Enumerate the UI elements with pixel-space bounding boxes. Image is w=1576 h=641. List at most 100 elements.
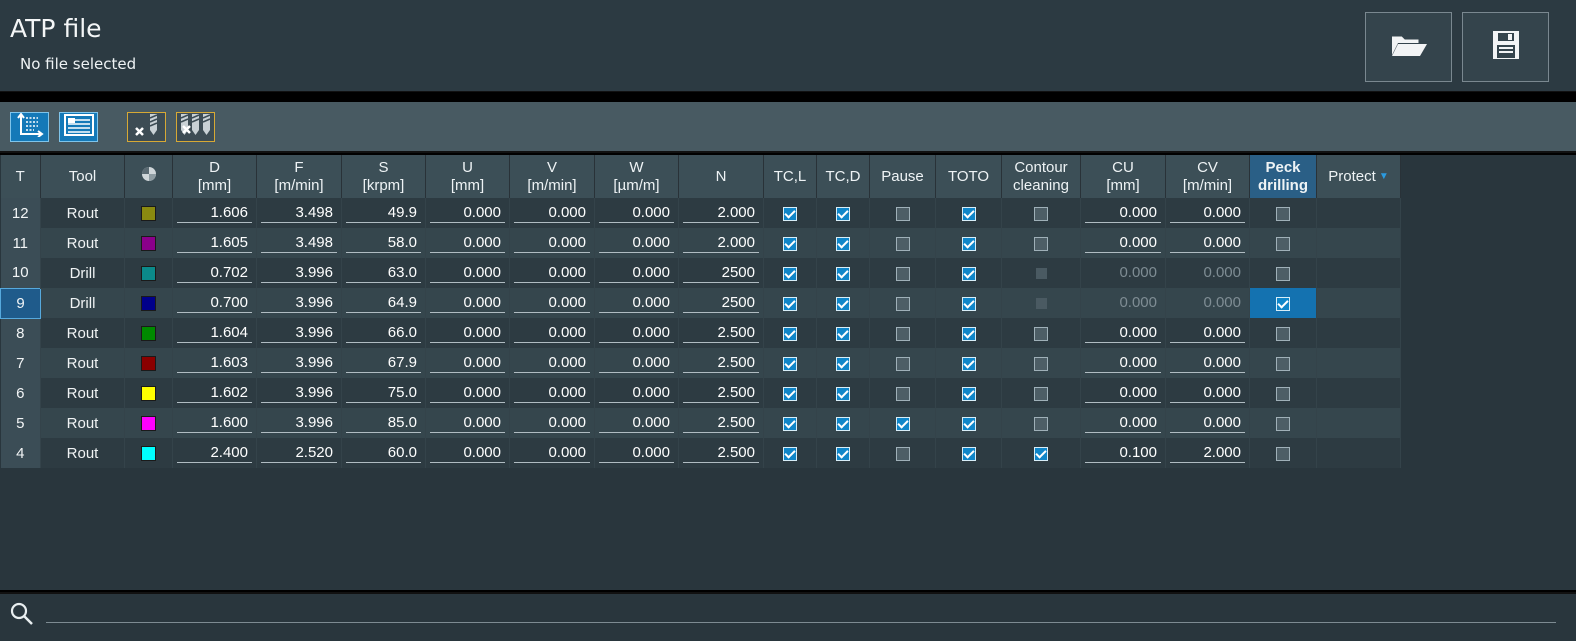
col-header-w[interactable]: W [µm/m]: [594, 155, 679, 198]
checkbox[interactable]: [836, 446, 850, 461]
tool-color-swatch[interactable]: [141, 296, 156, 312]
value-field-d[interactable]: 1.605: [177, 234, 252, 253]
value-field-u[interactable]: 0.000: [430, 264, 505, 283]
col-header-tool[interactable]: Tool: [40, 155, 125, 198]
checkbox[interactable]: [895, 356, 910, 371]
checkbox[interactable]: [783, 326, 797, 341]
cell-t[interactable]: 7: [0, 348, 41, 378]
value-field-n[interactable]: 2.500: [683, 324, 759, 343]
checkbox[interactable]: [961, 386, 976, 401]
checkbox[interactable]: [836, 236, 850, 251]
table-row[interactable]: 8 Rout 1.604 3.996 66.0 0.000 0.000 0.000 2.500 0…: [0, 318, 1401, 348]
value-field-n[interactable]: 2.500: [683, 414, 759, 433]
value-field-cu[interactable]: 0.000: [1085, 354, 1161, 373]
value-field-s[interactable]: 58.0: [346, 234, 421, 253]
col-header-cu[interactable]: CU [mm]: [1080, 155, 1166, 198]
value-field-f[interactable]: 3.996: [261, 264, 337, 283]
checkbox[interactable]: [1276, 206, 1290, 221]
cell-color[interactable]: [124, 318, 173, 348]
col-header-d[interactable]: D [mm]: [172, 155, 257, 198]
value-field-u[interactable]: 0.000: [430, 414, 505, 433]
value-field-cv[interactable]: 0.000: [1170, 384, 1245, 403]
value-field-d[interactable]: 2.400: [177, 444, 252, 463]
value-field-f[interactable]: 3.996: [261, 324, 337, 343]
tool-color-swatch[interactable]: [141, 416, 156, 432]
checkbox[interactable]: [783, 446, 797, 461]
value-field-d[interactable]: 1.600: [177, 414, 252, 433]
value-field-v[interactable]: 0.000: [514, 444, 590, 463]
cell-t[interactable]: 9: [0, 287, 41, 319]
tool-color-swatch[interactable]: [141, 386, 156, 402]
checkbox[interactable]: [961, 356, 976, 371]
checkbox[interactable]: [836, 206, 850, 221]
checkbox[interactable]: [895, 296, 910, 311]
col-header-n[interactable]: N: [678, 155, 764, 198]
cell-t[interactable]: 11: [0, 228, 41, 258]
value-field-d[interactable]: 1.602: [177, 384, 252, 403]
checkbox[interactable]: [836, 356, 850, 371]
checkbox[interactable]: [1276, 416, 1290, 431]
checkbox[interactable]: [783, 416, 797, 431]
value-field-u[interactable]: 0.000: [430, 444, 505, 463]
value-field-w[interactable]: 0.000: [599, 354, 674, 373]
checkbox[interactable]: [895, 206, 910, 221]
value-field-s[interactable]: 75.0: [346, 384, 421, 403]
value-field-v[interactable]: 0.000: [514, 234, 590, 253]
checkbox[interactable]: [961, 446, 976, 461]
value-field-w[interactable]: 0.000: [599, 294, 674, 313]
table-view-button[interactable]: [59, 112, 98, 142]
value-field-w[interactable]: 0.000: [599, 234, 674, 253]
value-field-f[interactable]: 3.996: [261, 384, 337, 403]
search-icon[interactable]: [10, 602, 34, 630]
col-header-v[interactable]: V [m/min]: [509, 155, 595, 198]
checkbox[interactable]: [836, 386, 850, 401]
value-field-d[interactable]: 1.603: [177, 354, 252, 373]
table-row[interactable]: 7 Rout 1.603 3.996 67.9 0.000 0.000 0.000 2.500 0…: [0, 348, 1401, 378]
col-header-u[interactable]: U [mm]: [425, 155, 510, 198]
tool-color-swatch[interactable]: [141, 236, 156, 252]
checkbox[interactable]: [836, 326, 850, 341]
col-header-pause[interactable]: Pause: [869, 155, 936, 198]
value-field-cv[interactable]: 0.000: [1170, 204, 1245, 223]
value-field-cu[interactable]: 0.000: [1085, 234, 1161, 253]
col-header-f[interactable]: F [m/min]: [256, 155, 342, 198]
value-field-d[interactable]: 0.702: [177, 264, 252, 283]
remove-tool-button[interactable]: [127, 112, 166, 142]
value-field-w[interactable]: 0.000: [599, 414, 674, 433]
value-field-w[interactable]: 0.000: [599, 324, 674, 343]
value-field-f[interactable]: 3.498: [261, 204, 337, 223]
value-field-v[interactable]: 0.000: [514, 294, 590, 313]
value-field-cu[interactable]: 0.000: [1085, 324, 1161, 343]
value-field-u[interactable]: 0.000: [430, 354, 505, 373]
value-field-cu[interactable]: 0.000: [1085, 414, 1161, 433]
cell-t[interactable]: 10: [0, 258, 41, 288]
open-folder-button[interactable]: [1365, 12, 1452, 82]
value-field-cv[interactable]: 0.000: [1170, 354, 1245, 373]
table-row[interactable]: 10 Drill 0.702 3.996 63.0 0.000 0.000 0.000 2500…: [0, 258, 1401, 288]
checkbox[interactable]: [783, 356, 797, 371]
value-field-f[interactable]: 3.498: [261, 234, 337, 253]
value-field-v[interactable]: 0.000: [514, 354, 590, 373]
value-field-d[interactable]: 1.604: [177, 324, 252, 343]
checkbox[interactable]: [1276, 326, 1290, 341]
checkbox[interactable]: [895, 236, 910, 251]
sort-axis-button[interactable]: [10, 112, 49, 142]
table-row[interactable]: 6 Rout 1.602 3.996 75.0 0.000 0.000 0.000 2.500 0…: [0, 378, 1401, 408]
checkbox[interactable]: [1034, 446, 1048, 461]
value-field-s[interactable]: 60.0: [346, 444, 421, 463]
col-header-color[interactable]: [124, 155, 173, 198]
value-field-u[interactable]: 0.000: [430, 204, 505, 223]
remove-all-tools-button[interactable]: [176, 112, 215, 142]
checkbox[interactable]: [895, 386, 910, 401]
checkbox[interactable]: [836, 296, 850, 311]
value-field-n[interactable]: 2500: [683, 294, 759, 313]
value-field-v[interactable]: 0.000: [514, 384, 590, 403]
value-field-n[interactable]: 2.000: [683, 204, 759, 223]
checkbox[interactable]: [783, 386, 797, 401]
value-field-cu[interactable]: 0.100: [1085, 444, 1161, 463]
value-field-cv[interactable]: 2.000: [1170, 444, 1245, 463]
cell-t[interactable]: 12: [0, 198, 41, 228]
cell-color[interactable]: [124, 228, 173, 258]
tool-color-swatch[interactable]: [141, 446, 156, 462]
table-row[interactable]: 9 Drill 0.700 3.996 64.9 0.000 0.000 0.000 2500 0…: [0, 287, 1401, 319]
